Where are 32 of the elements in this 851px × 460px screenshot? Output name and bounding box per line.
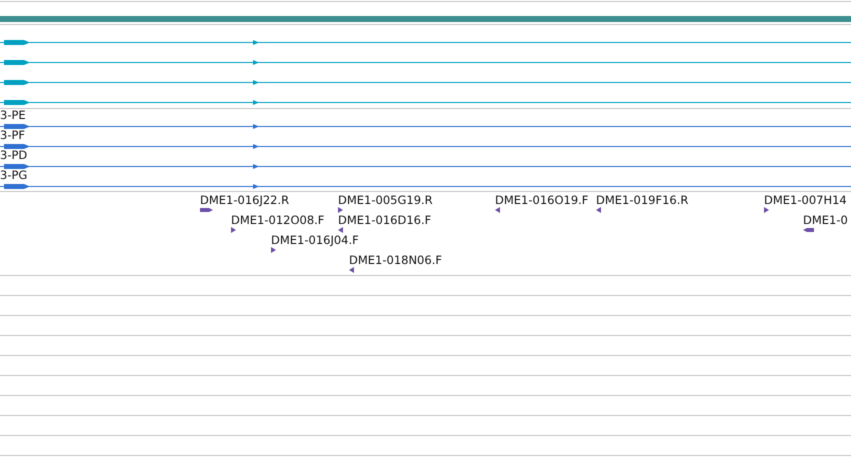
transcript-drawing[interactable]: [0, 40, 851, 45]
transcript-label: 3-PG: [0, 169, 28, 182]
transcript-drawing[interactable]: [0, 124, 851, 129]
clone-marker-icon[interactable]: [596, 207, 602, 213]
clone-label: DME1-016D16.F: [338, 213, 432, 227]
clone-label: DME1-019F16.R: [596, 193, 688, 207]
clone-marker-icon[interactable]: [271, 247, 277, 253]
transcript-label: 3-PD: [0, 149, 28, 162]
clone-label: DME1-0: [803, 213, 848, 227]
clone-marker-icon[interactable]: [338, 227, 344, 233]
clone-marker-icon[interactable]: [338, 207, 344, 213]
transcript-drawing[interactable]: [0, 60, 851, 65]
clone-marker-icon[interactable]: [495, 207, 501, 213]
clone-marker-icon[interactable]: [764, 207, 770, 213]
transcript-drawing[interactable]: [0, 164, 851, 169]
transcript-drawing[interactable]: [0, 80, 851, 85]
transcript-drawing[interactable]: [0, 100, 851, 105]
clone-label: DME1-007H14: [764, 193, 847, 207]
clone-label: DME1-005G19.R: [338, 193, 433, 207]
transcript-drawing[interactable]: [0, 184, 851, 189]
clone-marker-icon[interactable]: [200, 207, 213, 213]
transcript-label: 3-PE: [0, 109, 26, 122]
clone-label: DME1-012O08.F: [231, 213, 324, 227]
clone-marker-icon[interactable]: [231, 227, 237, 233]
clone-label: DME1-016O19.F: [495, 193, 588, 207]
clone-marker-icon[interactable]: [803, 227, 814, 233]
transcript-drawing[interactable]: [0, 144, 851, 149]
transcript-label: 3-PF: [0, 129, 26, 142]
clone-label: DME1-018N06.F: [349, 253, 442, 267]
clone-label: DME1-016J04.F: [271, 233, 359, 247]
clone-marker-icon[interactable]: [349, 267, 355, 273]
clone-label: DME1-016J22.R: [200, 193, 290, 207]
